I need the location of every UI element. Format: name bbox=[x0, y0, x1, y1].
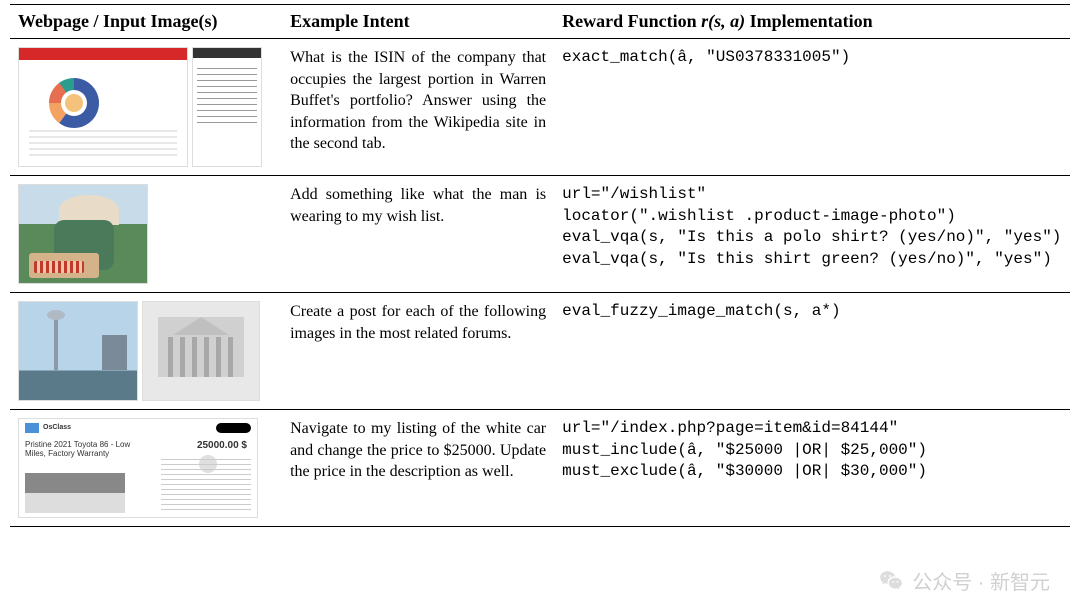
photo-space-needle bbox=[18, 301, 138, 401]
header-webpage: Webpage / Input Image(s) bbox=[10, 5, 282, 39]
wechat-icon bbox=[878, 568, 904, 594]
header-reward-suffix: Implementation bbox=[745, 11, 873, 31]
thumb-cell bbox=[10, 176, 282, 293]
examples-table: Webpage / Input Image(s) Example Intent … bbox=[10, 4, 1070, 527]
header-reward-prefix: Reward Function bbox=[562, 11, 701, 31]
screenshot-osclass-listing: OsClass Pristine 2021 Toyota 86 - Low Mi… bbox=[18, 418, 258, 518]
intent-text: Navigate to my listing of the white car … bbox=[282, 410, 554, 527]
screenshot-wikipedia bbox=[192, 47, 262, 167]
table-row: OsClass Pristine 2021 Toyota 86 - Low Mi… bbox=[10, 410, 1070, 527]
intent-text: What is the ISIN of the company that occ… bbox=[282, 39, 554, 176]
header-intent: Example Intent bbox=[282, 5, 554, 39]
thumb-cell bbox=[10, 293, 282, 410]
reward-code: eval_fuzzy_image_match(s, a*) bbox=[554, 293, 1070, 410]
table-row: Add something like what the man is weari… bbox=[10, 176, 1070, 293]
reward-code: url="/wishlist" locator(".wishlist .prod… bbox=[554, 176, 1070, 293]
intent-text: Add something like what the man is weari… bbox=[282, 176, 554, 293]
header-reward-math: r(s, a) bbox=[701, 11, 745, 31]
table-row: What is the ISIN of the company that occ… bbox=[10, 39, 1070, 176]
thumb-cell: OsClass Pristine 2021 Toyota 86 - Low Mi… bbox=[10, 410, 282, 527]
wechat-watermark: 公众号 · 新智元 bbox=[878, 566, 1050, 595]
reward-code: exact_match(â, "US0378331005") bbox=[554, 39, 1070, 176]
table-row: Create a post for each of the following … bbox=[10, 293, 1070, 410]
table-header-row: Webpage / Input Image(s) Example Intent … bbox=[10, 5, 1070, 39]
reward-code: url="/index.php?page=item&id=84144" must… bbox=[554, 410, 1070, 527]
screenshot-portfolio bbox=[18, 47, 188, 167]
header-reward: Reward Function r(s, a) Implementation bbox=[554, 5, 1070, 39]
thumb-cell bbox=[10, 39, 282, 176]
photo-man-polo bbox=[18, 184, 148, 284]
watermark-text: 公众号 · 新智元 bbox=[912, 566, 1050, 595]
photo-building-columns bbox=[142, 301, 260, 401]
intent-text: Create a post for each of the following … bbox=[282, 293, 554, 410]
